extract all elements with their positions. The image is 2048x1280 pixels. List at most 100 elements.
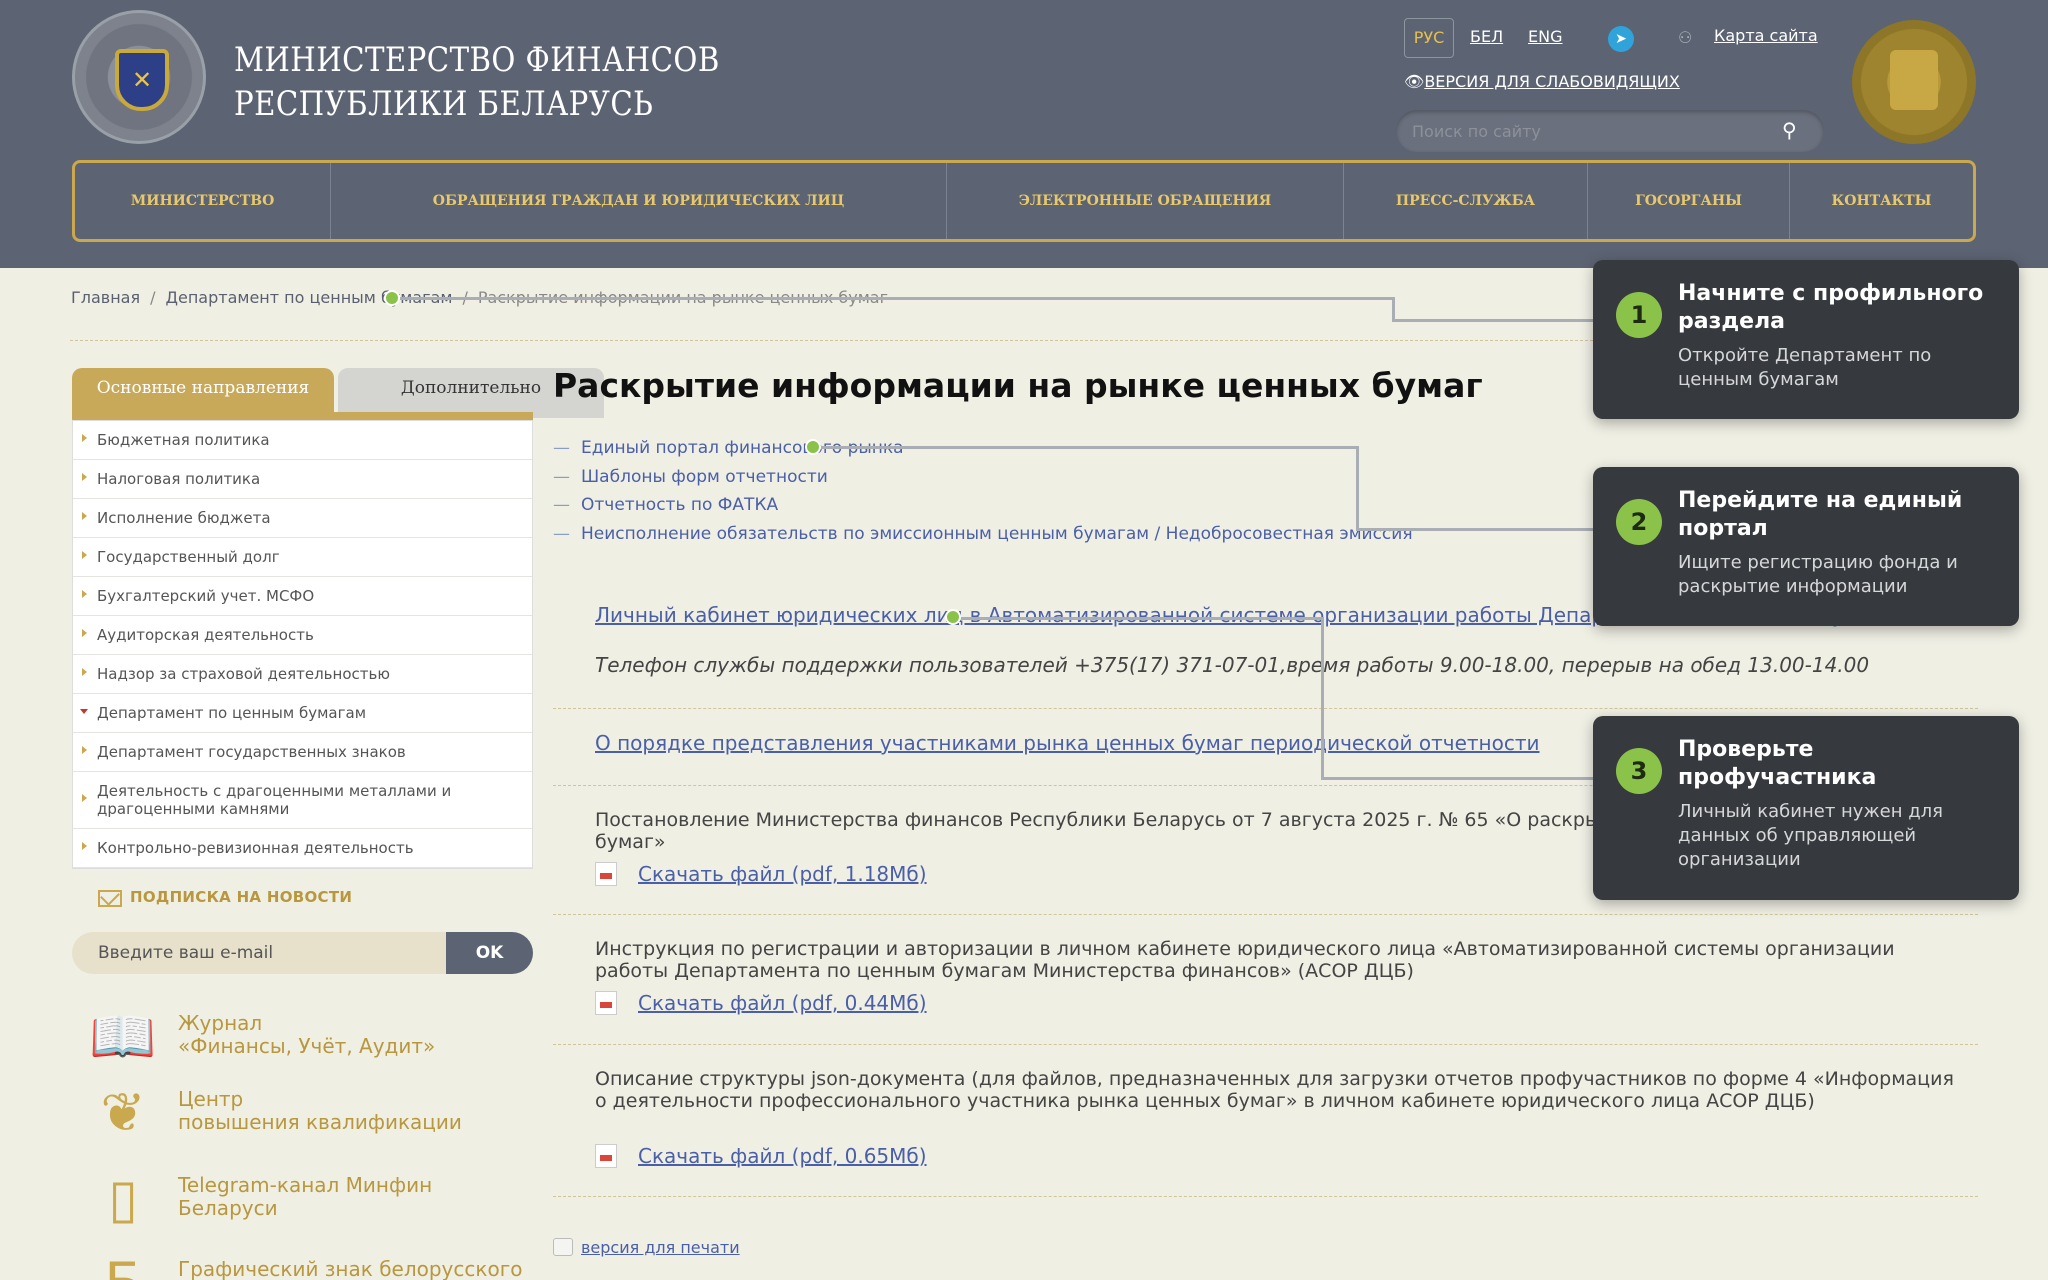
pdf-icon [595, 991, 617, 1015]
support-phone: Телефон службы поддержки пользователей +… [595, 653, 1870, 677]
connector-line [953, 617, 1324, 620]
lang-bel[interactable]: БЕЛ [1470, 18, 1503, 58]
tab-main-directions[interactable]: Основные направления [72, 368, 334, 418]
search-input[interactable] [1412, 118, 1752, 144]
sidebar-item-public-debt[interactable]: Государственный долг [73, 538, 532, 577]
lang-eng[interactable]: ENG [1528, 18, 1562, 58]
tutorial-card-2[interactable]: 2 Перейдите на единый портал Ищите регис… [1593, 467, 2019, 626]
link-fatca[interactable]: Отчетность по ФАТКА [581, 495, 778, 515]
arrow-down-icon [80, 709, 88, 714]
link-default-obligations[interactable]: Неисполнение обязательств по эмиссионным… [581, 524, 1413, 544]
search-box: ⚲ [1396, 110, 1824, 152]
main-nav: МИНИСТЕРСТВО ОБРАЩЕНИЯ ГРАЖДАН И ЮРИДИЧЕ… [72, 160, 1976, 242]
lang-rus[interactable]: РУС [1404, 18, 1454, 58]
graphic-sign-icon: Б [84, 1250, 162, 1280]
connector-line [1321, 777, 1594, 780]
page-title: Раскрытие информации на рынке ценных бум… [553, 366, 1483, 405]
sidebar-tabs: Основные направления Дополнительно [72, 368, 604, 418]
download-link[interactable]: Скачать файл (pdf, 0.44Мб) [638, 991, 927, 1015]
card-description: Личный кабинет нужен для данных об управ… [1678, 801, 1943, 870]
arrow-right-icon [82, 842, 87, 850]
promo-training-center[interactable]: ❦ Центр повышения квалификации [84, 1080, 544, 1150]
site-title[interactable]: МИНИСТЕРСТВО ФИНАНСОВ РЕСПУБЛИКИ БЕЛАРУС… [234, 38, 720, 126]
arrow-right-icon [82, 512, 87, 520]
sitemap-link[interactable]: Карта сайта [1714, 26, 1818, 45]
card-title: Перейдите на единый портал [1678, 488, 1963, 541]
card-description: Ищите регистрацию фонда и раскрытие инфо… [1678, 552, 1958, 597]
sidebar-item-control-audit[interactable]: Контрольно-ревизионная деятельность [73, 829, 532, 868]
emblem-shield: ✕ [115, 49, 169, 111]
arrow-right-icon [82, 668, 87, 676]
tutorial-card-1[interactable]: 1 Начните с профильного раздела Откройте… [1593, 260, 2019, 419]
coat-center [1890, 50, 1938, 110]
sidebar-item-audit[interactable]: Аудиторская деятельность [73, 616, 532, 655]
sidebar-item-budget-execution[interactable]: Исполнение бюджета [73, 499, 532, 538]
card-title: Проверьте профучастника [1678, 737, 1877, 790]
card-title: Начните с профильного раздела [1678, 281, 1984, 334]
sidebar-item-budget-policy[interactable]: Бюджетная политика [73, 421, 532, 460]
connector-line [1321, 617, 1324, 779]
sidebar-item-securities[interactable]: Департамент по ценным бумагам [73, 694, 532, 733]
promo-telegram[interactable]: ▯ Telegram-канал Минфин Беларуси [84, 1166, 544, 1236]
breadcrumb-home[interactable]: Главная [71, 288, 140, 307]
email-box [72, 932, 446, 974]
sidebar-item-insurance[interactable]: Надзор за страховой деятельностью [73, 655, 532, 694]
eye-icon: 👁 [1404, 72, 1425, 91]
sitemap-icon: ⚇ [1678, 28, 1693, 47]
site-header: ✕ МИНИСТЕРСТВО ФИНАНСОВ РЕСПУБЛИКИ БЕЛАР… [0, 0, 2048, 268]
list-item: — Отчетность по ФАТКА [553, 495, 779, 515]
sidebar-item-precious-metals[interactable]: Деятельность с драгоценными металлами и … [73, 772, 532, 829]
links-list: — Единый портал финансового рынка — Шаблон… [553, 434, 1413, 548]
ministry-emblem-icon[interactable]: ✕ [72, 10, 206, 144]
sidebar-menu: Бюджетная политика Налоговая политика Ис… [72, 420, 533, 869]
arrow-right-icon [82, 434, 87, 442]
pdf-icon [595, 862, 617, 886]
link-report-templates[interactable]: Шаблоны форм отчетности [581, 467, 828, 487]
nav-appeals[interactable]: ОБРАЩЕНИЯ ГРАЖДАН И ЮРИДИЧЕСКИХ ЛИЦ [331, 163, 947, 239]
sidebar-item-state-signs[interactable]: Департамент государственных знаков [73, 733, 532, 772]
doc-description: Описание структуры json-документа (для ф… [595, 1068, 1954, 1112]
arrow-right-icon [82, 629, 87, 637]
nav-contacts[interactable]: КОНТАКТЫ [1790, 163, 1973, 239]
divider [553, 1044, 1978, 1045]
coat-of-arms-icon [1852, 20, 1976, 144]
printer-icon [553, 1238, 573, 1256]
nav-gov-bodies[interactable]: ГОСОРГАНЫ [1588, 163, 1790, 239]
connector-line [1356, 528, 1594, 531]
nav-e-appeals[interactable]: ЭЛЕКТРОННЫЕ ОБРАЩЕНИЯ [947, 163, 1344, 239]
tutorial-card-3[interactable]: 3 Проверьте профучастника Личный кабинет… [1593, 716, 2019, 900]
tutorial-dot-1 [384, 290, 400, 306]
phone-telegram-icon: ▯ [108, 1167, 138, 1230]
step-badge: 2 [1616, 499, 1662, 545]
arrow-right-icon [82, 746, 87, 754]
arrow-right-icon [82, 590, 87, 598]
connector-line [813, 446, 1359, 449]
download-link[interactable]: Скачать файл (pdf, 0.65Мб) [638, 1144, 927, 1168]
telegram-icon[interactable]: ➤ [1608, 26, 1634, 52]
keys-icon: ✕ [131, 66, 153, 94]
book-icon: 📖 [89, 1005, 157, 1068]
link-reporting-order[interactable]: О порядке представления участниками рынк… [595, 731, 1540, 755]
nav-ministry[interactable]: МИНИСТЕРСТВО [75, 163, 331, 239]
pdf-icon [595, 1144, 617, 1168]
download-link[interactable]: Скачать файл (pdf, 1.18Мб) [638, 862, 927, 886]
subscribe-title: ПОДПИСКА НА НОВОСТИ [130, 888, 353, 906]
subscribe-ok-button[interactable]: OK [446, 932, 533, 974]
step-badge: 3 [1616, 748, 1662, 794]
divider [553, 708, 1978, 709]
search-icon[interactable]: ⚲ [1782, 118, 1804, 142]
divider [553, 914, 1978, 915]
wings-icon: ❦ [100, 1081, 146, 1144]
promo-journal[interactable]: 📖 Журнал «Финансы, Учёт, Аудит» [84, 1004, 544, 1074]
email-input[interactable] [98, 940, 428, 966]
sidebar-item-tax-policy[interactable]: Налоговая политика [73, 460, 532, 499]
tutorial-dot-3 [945, 609, 961, 625]
sidebar-item-accounting[interactable]: Бухгалтерский учет. МСФО [73, 577, 532, 616]
nav-press[interactable]: ПРЕСС-СЛУЖБА [1344, 163, 1588, 239]
divider [553, 1196, 1978, 1197]
connector-line [1356, 446, 1359, 530]
promo-graphic-sign[interactable]: Б Графический знак белорусского [84, 1250, 544, 1280]
print-version-link[interactable]: версия для печати [581, 1238, 740, 1257]
list-item: — Неисполнение обязательств по эмиссионны… [553, 523, 1413, 544]
vision-version-link[interactable]: 👁ВЕРСИЯ ДЛЯ СЛАБОВИДЯЩИХ [1404, 72, 1680, 91]
